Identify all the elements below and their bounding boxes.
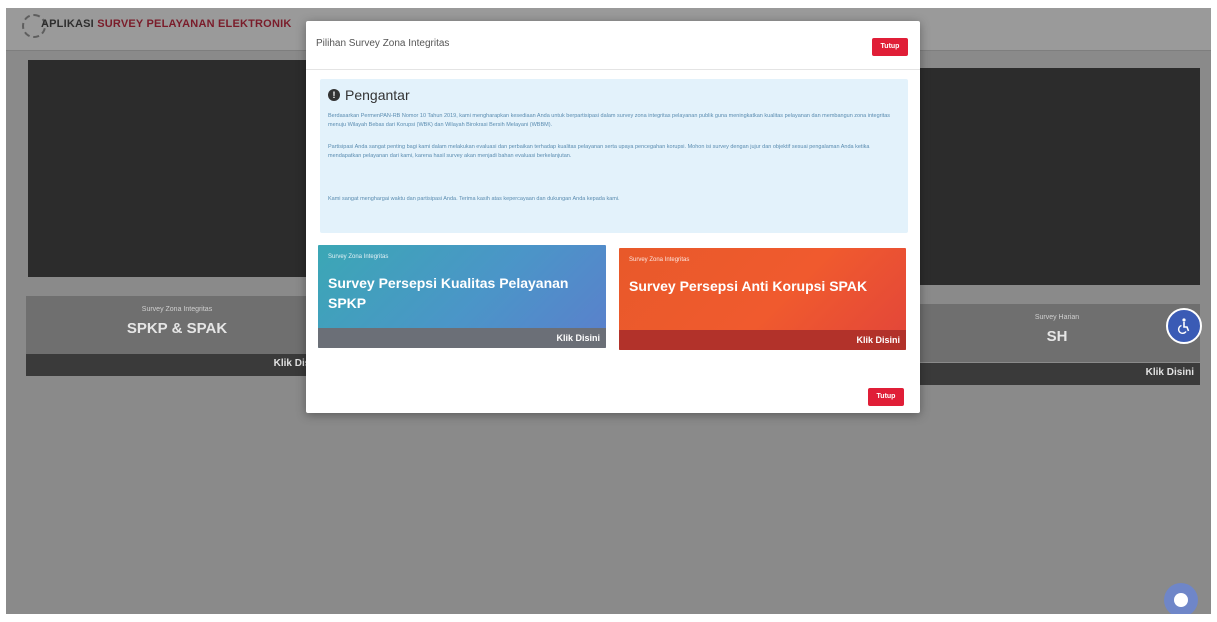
survey-card-footer[interactable]: Klik Disini: [619, 330, 906, 350]
app-title: APLIKASI SURVEY PELAYANAN ELEKTRONIK: [41, 18, 291, 30]
intro-section: ! Pengantar Berdasarkan PermenPAN-RB Nom…: [320, 79, 908, 233]
survey-card-footer[interactable]: Klik Disini: [318, 328, 606, 348]
bg-card-footer-left[interactable]: Klik Disini: [26, 354, 328, 376]
close-button-top[interactable]: Tutup: [872, 38, 908, 56]
hero-image-right: [914, 68, 1200, 285]
survey-card-spak[interactable]: Survey Zona Integritas Survey Persepsi A…: [619, 248, 906, 350]
intro-paragraph-3: Kami sangat menghargai waktu dan partisi…: [328, 196, 620, 202]
bg-card-subtitle: Survey Harian: [1034, 314, 1080, 321]
modal-title: Pilihan Survey Zona Integritas: [316, 38, 450, 49]
survey-card-link[interactable]: Klik Disini: [856, 335, 900, 345]
intro-heading-text: Pengantar: [345, 87, 410, 103]
hero-image-left: [28, 60, 328, 277]
survey-card-link[interactable]: Klik Disini: [556, 333, 600, 343]
survey-card-label: Survey Zona Integritas: [328, 254, 389, 260]
survey-card-spkp[interactable]: Survey Zona Integritas Survey Persepsi K…: [318, 245, 606, 348]
bg-card-subtitle: Survey Zona Integritas: [141, 306, 213, 313]
intro-paragraph-1: Berdasarkan PermenPAN-RB Nomor 10 Tahun …: [328, 113, 891, 128]
survey-modal: Pilihan Survey Zona Integritas Tutup ! P…: [306, 21, 920, 413]
bg-card-code: SH: [1046, 328, 1068, 345]
bg-card-code: SPKP & SPAK: [126, 320, 228, 337]
close-button-bottom[interactable]: Tutup: [868, 388, 904, 406]
app-title-part2: SURVEY PELAYANAN ELEKTRONIK: [97, 18, 292, 30]
survey-card-title: Survey Persepsi Kualitas Pelayanan SPKP: [328, 275, 569, 311]
intro-paragraph-2: Partisipasi Anda sangat penting bagi kam…: [328, 144, 870, 159]
bg-card-link[interactable]: Klik Disini: [1146, 367, 1194, 378]
chat-icon[interactable]: [1164, 583, 1198, 614]
modal-header: Pilihan Survey Zona Integritas Tutup: [306, 21, 920, 70]
accessibility-icon[interactable]: [1166, 308, 1202, 344]
bg-card-sh: Survey Harian SH: [914, 304, 1200, 362]
bg-card-spkp-spak: Survey Zona Integritas SPKP & SPAK: [26, 296, 328, 354]
survey-card-label: Survey Zona Integritas: [629, 257, 690, 263]
app-title-part1: APLIKASI: [41, 18, 98, 30]
intro-heading: ! Pengantar: [328, 87, 410, 103]
survey-card-title: Survey Persepsi Anti Korupsi SPAK: [629, 278, 868, 294]
accessibility-glyph: [1177, 318, 1190, 334]
info-icon: !: [328, 89, 340, 101]
bg-card-footer-right[interactable]: Klik Disini: [914, 363, 1200, 385]
